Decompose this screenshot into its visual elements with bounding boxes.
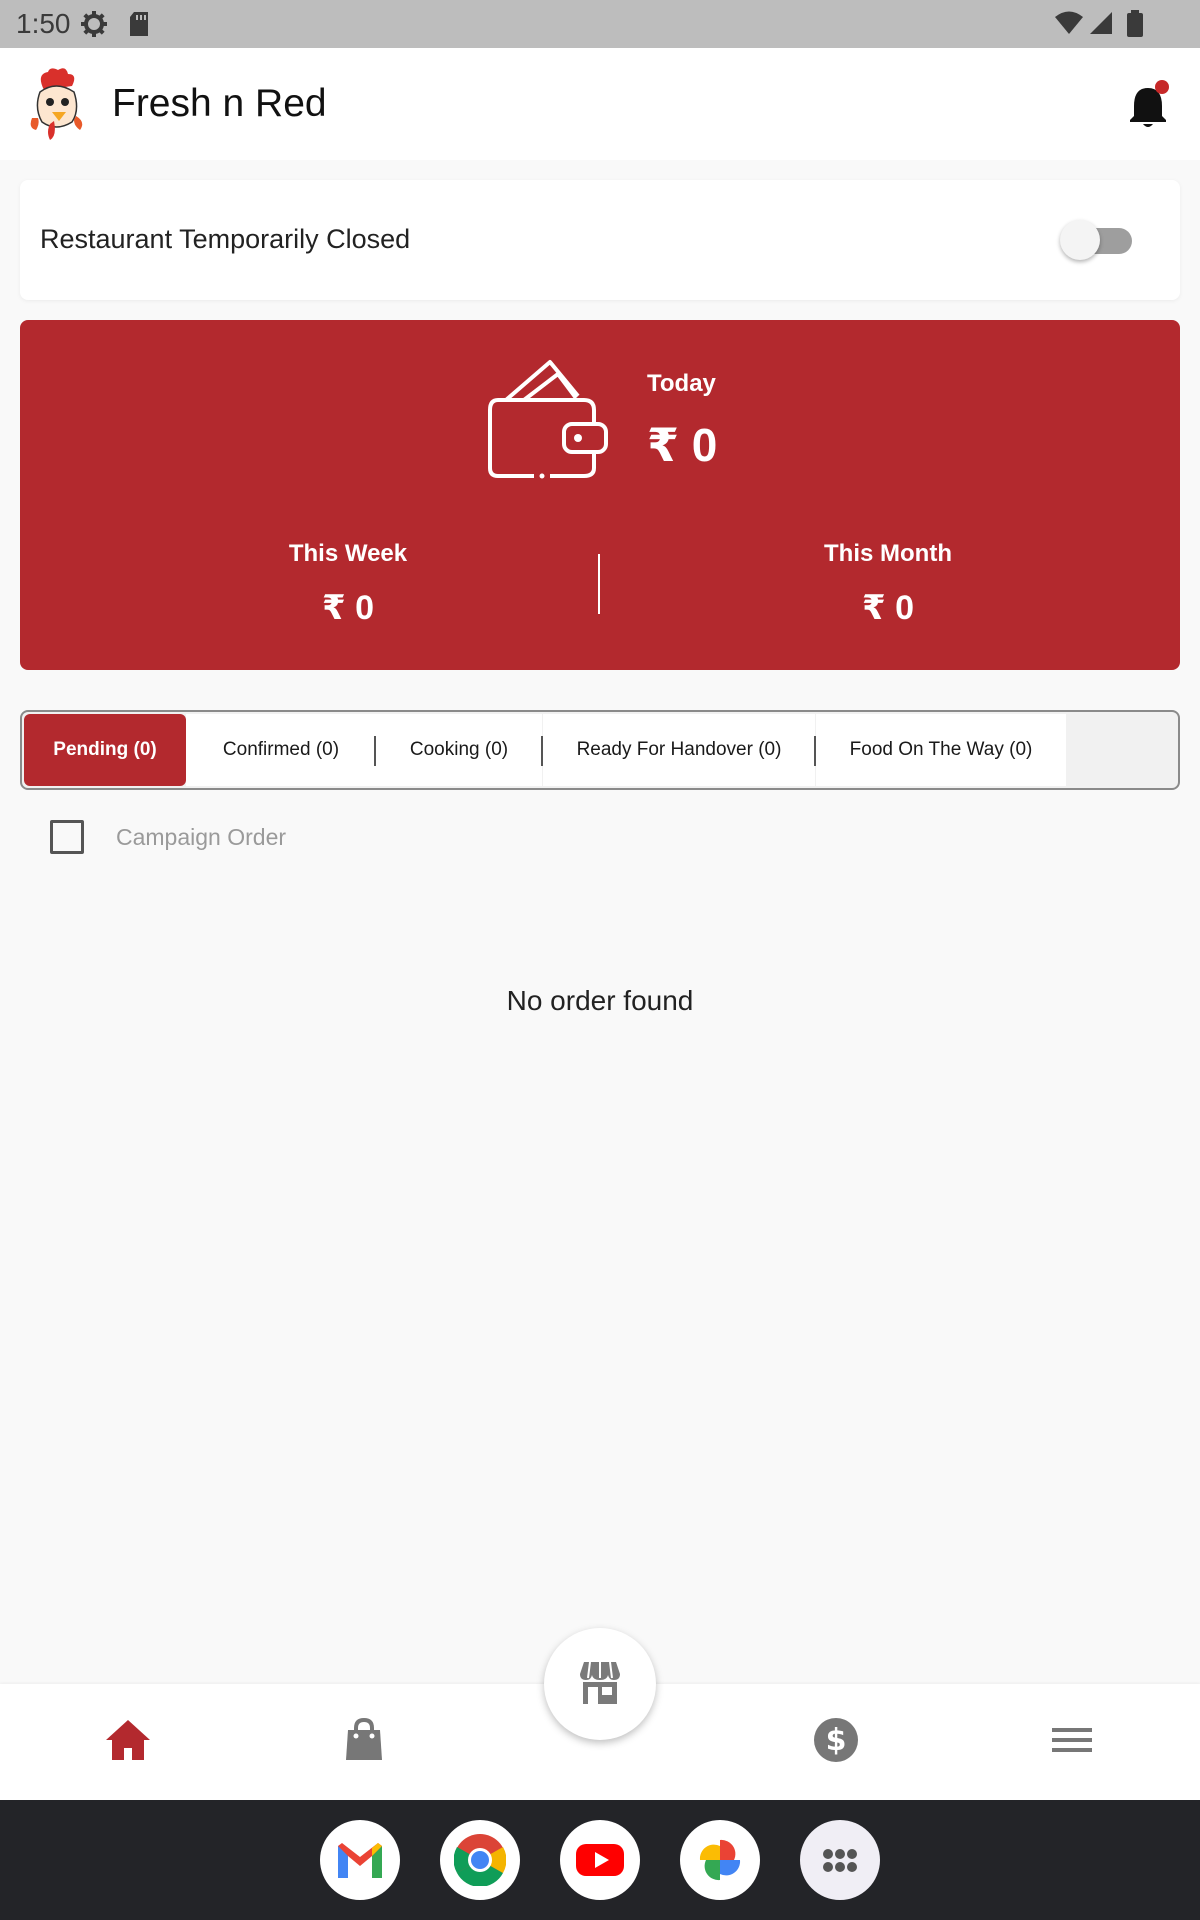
tab-pending[interactable]: Pending (0): [24, 714, 186, 786]
gmail-icon: [338, 1843, 382, 1878]
tab-cooking[interactable]: Cooking (0): [376, 714, 542, 786]
app-dock: [0, 1800, 1200, 1920]
tab-food-on-the-way[interactable]: Food On The Way (0): [816, 714, 1066, 786]
store-icon: [580, 1661, 620, 1704]
wifi-icon: [1055, 11, 1083, 34]
status-time: 1:50: [16, 8, 71, 39]
cellular-icon: [1090, 12, 1112, 34]
wallet-icon: [488, 360, 608, 479]
dollar-icon[interactable]: $: [810, 1714, 862, 1766]
bag-icon[interactable]: [338, 1714, 390, 1766]
settings-icon: [81, 11, 107, 37]
notification-dot: [1155, 80, 1169, 94]
home-icon[interactable]: [102, 1714, 154, 1766]
sd-card-icon: [130, 12, 148, 36]
restaurant-closed-toggle[interactable]: [1060, 220, 1136, 260]
tab-confirmed[interactable]: Confirmed (0): [186, 714, 376, 786]
battery-icon: [1127, 10, 1143, 37]
earnings-card: Today ₹ 0 This Week ₹ 0 This Month ₹ 0: [20, 320, 1180, 670]
svg-text:$: $: [826, 1723, 847, 1758]
today-label: Today: [647, 370, 716, 397]
notification-bell-icon[interactable]: [1126, 80, 1170, 130]
apps-icon: [823, 1849, 857, 1872]
earnings-divider: [598, 554, 600, 614]
this-month-earnings-value: ₹ 0: [861, 589, 914, 627]
chrome-icon: [454, 1834, 506, 1886]
campaign-order-label: Campaign Order: [116, 824, 287, 850]
restaurant-closed-label: Restaurant Temporarily Closed: [40, 224, 411, 254]
today-earnings-value: ₹ 0: [647, 419, 718, 471]
empty-state-message: No order found: [506, 985, 694, 1016]
tab-ready-for-handover[interactable]: Ready For Handover (0): [543, 714, 815, 786]
gmail-app[interactable]: [320, 1820, 400, 1900]
app-drawer[interactable]: [800, 1820, 880, 1900]
app-title: Fresh n Red: [112, 82, 327, 125]
order-status-tabs: Pending (0) Confirmed (0) Cooking (0) Re…: [20, 710, 1180, 790]
app-bar: Fresh n Red: [0, 48, 1200, 160]
this-week-earnings-value: ₹ 0: [321, 589, 374, 627]
photos-icon: [699, 1839, 741, 1881]
restaurant-fab-button[interactable]: [544, 1628, 656, 1740]
this-month-label: This Month: [824, 540, 952, 567]
youtube-icon: [576, 1844, 624, 1876]
rooster-logo-icon: [30, 68, 83, 140]
toggle-thumb: [1060, 220, 1100, 260]
campaign-order-checkbox[interactable]: [50, 820, 84, 854]
menu-icon[interactable]: [1046, 1714, 1098, 1766]
this-week-label: This Week: [288, 540, 408, 567]
chrome-app[interactable]: [440, 1820, 520, 1900]
youtube-app[interactable]: [560, 1820, 640, 1900]
status-bar: 1:50: [0, 0, 1200, 48]
restaurant-status-card: Restaurant Temporarily Closed: [20, 180, 1180, 300]
photos-app[interactable]: [680, 1820, 760, 1900]
